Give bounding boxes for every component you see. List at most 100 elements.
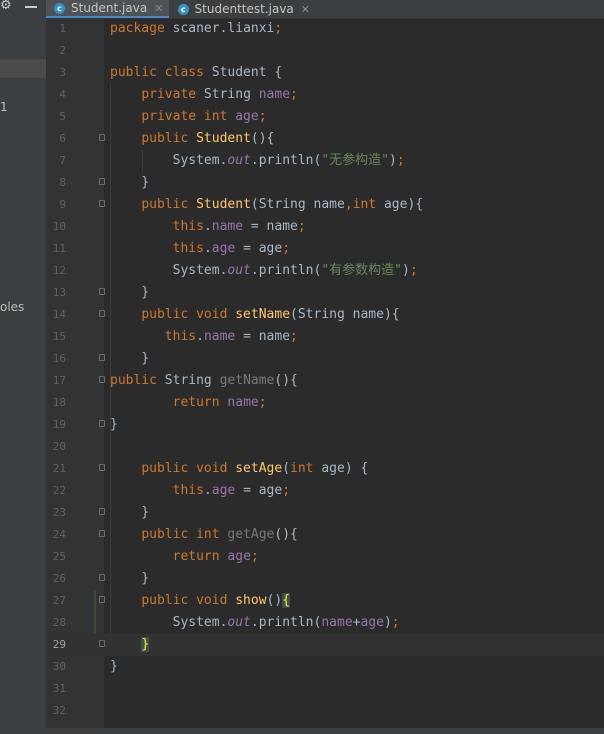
code-text[interactable]: public int getAge(){: [110, 524, 298, 546]
code-text[interactable]: }: [110, 172, 149, 194]
code-text[interactable]: private int age;: [110, 106, 266, 128]
project-tree-item-fragment[interactable]: 1: [0, 100, 8, 114]
code-line[interactable]: 31: [46, 678, 604, 700]
code-text[interactable]: return age;: [110, 546, 259, 568]
code-text[interactable]: public Student(String name,int age){: [110, 194, 423, 216]
tab-studenttest-java[interactable]: c Studenttest.java ✕: [170, 0, 310, 18]
code-text[interactable]: }: [110, 348, 149, 370]
code-text[interactable]: package scaner.lianxi;: [110, 18, 282, 40]
fold-marker-icon[interactable]: [99, 640, 105, 647]
code-line[interactable]: 18 return name;: [46, 392, 604, 414]
line-number[interactable]: 5: [46, 106, 66, 128]
code-line[interactable]: 7 System.out.println("无参构造");: [46, 150, 604, 172]
fold-marker-icon[interactable]: [99, 178, 105, 185]
code-line[interactable]: 1 package scaner.lianxi;: [46, 18, 604, 40]
code-text[interactable]: this.name = name;: [110, 326, 298, 348]
code-line[interactable]: 16 }: [46, 348, 604, 370]
code-text[interactable]: public class Student {: [110, 62, 282, 84]
line-number[interactable]: 7: [46, 150, 66, 172]
code-line[interactable]: 13 }: [46, 282, 604, 304]
code-text[interactable]: this.age = age;: [110, 238, 290, 260]
line-number[interactable]: 8: [46, 172, 66, 194]
project-tree-selected-row[interactable]: [0, 59, 46, 78]
line-number[interactable]: 28: [46, 612, 66, 634]
code-line[interactable]: 9 public Student(String name,int age){: [46, 194, 604, 216]
fold-marker-icon[interactable]: [99, 420, 105, 427]
line-number[interactable]: 24: [46, 524, 66, 546]
code-text[interactable]: System.out.println("无参构造");: [110, 150, 405, 172]
line-number[interactable]: 30: [46, 656, 66, 678]
code-line[interactable]: 23 }: [46, 502, 604, 524]
line-number[interactable]: 22: [46, 480, 66, 502]
code-line[interactable]: 25 return age;: [46, 546, 604, 568]
fold-marker-icon[interactable]: [99, 354, 105, 361]
close-icon[interactable]: ✕: [301, 3, 310, 16]
fold-marker-icon[interactable]: [99, 288, 105, 295]
line-number[interactable]: 20: [46, 436, 66, 458]
code-line[interactable]: 21 public void setAge(int age) {: [46, 458, 604, 480]
line-number[interactable]: 1: [46, 18, 66, 40]
code-line[interactable]: 10 this.name = name;: [46, 216, 604, 238]
code-line[interactable]: 17 public String getName(){: [46, 370, 604, 392]
line-number[interactable]: 32: [46, 700, 66, 722]
code-text[interactable]: this.name = name;: [110, 216, 306, 238]
fold-marker-icon[interactable]: [99, 574, 105, 581]
code-line[interactable]: 15 this.name = name;: [46, 326, 604, 348]
project-tree-item-fragment[interactable]: oles: [0, 300, 24, 314]
tab-student-java[interactable]: c Student.java ✕: [46, 0, 169, 18]
code-line[interactable]: 3 public class Student {: [46, 62, 604, 84]
code-text[interactable]: public String getName(){: [110, 370, 298, 392]
line-number[interactable]: 31: [46, 678, 66, 700]
line-number[interactable]: 15: [46, 326, 66, 348]
code-line[interactable]: 4 private String name;: [46, 84, 604, 106]
code-text[interactable]: }: [110, 414, 118, 436]
code-line[interactable]: 30}: [46, 656, 604, 678]
code-line[interactable]: 11 this.age = age;: [46, 238, 604, 260]
line-number[interactable]: 6: [46, 128, 66, 150]
code-line[interactable]: 20: [46, 436, 604, 458]
code-text[interactable]: }: [110, 634, 150, 656]
code-text[interactable]: }: [110, 502, 149, 524]
line-number[interactable]: 18: [46, 392, 66, 414]
line-number[interactable]: 21: [46, 458, 66, 480]
line-number[interactable]: 26: [46, 568, 66, 590]
code-text[interactable]: public void setAge(int age) {: [110, 458, 368, 480]
code-text[interactable]: }: [110, 656, 118, 678]
code-line[interactable]: 12 System.out.println("有参数构造");: [46, 260, 604, 282]
fold-marker-icon[interactable]: [99, 596, 105, 603]
line-number[interactable]: 13: [46, 282, 66, 304]
fold-marker-icon[interactable]: [99, 200, 105, 207]
line-number[interactable]: 9: [46, 194, 66, 216]
line-number[interactable]: 25: [46, 546, 66, 568]
close-icon[interactable]: ✕: [154, 2, 163, 15]
line-number[interactable]: 19: [46, 414, 66, 436]
fold-marker-icon[interactable]: [99, 310, 105, 317]
line-number[interactable]: 2: [46, 40, 66, 62]
line-number[interactable]: 4: [46, 84, 66, 106]
code-line[interactable]: 29 }: [46, 634, 604, 656]
code-line[interactable]: 32: [46, 700, 604, 722]
code-text[interactable]: private String name;: [110, 84, 298, 106]
code-line[interactable]: 6 public Student(){: [46, 128, 604, 150]
code-line[interactable]: 26 }: [46, 568, 604, 590]
fold-marker-icon[interactable]: [99, 508, 105, 515]
gear-icon[interactable]: ⚙: [0, 0, 12, 13]
line-number[interactable]: 10: [46, 216, 66, 238]
code-line[interactable]: 8 }: [46, 172, 604, 194]
line-number[interactable]: 23: [46, 502, 66, 524]
code-text[interactable]: public void show(){: [110, 590, 291, 612]
line-number[interactable]: 14: [46, 304, 66, 326]
line-number[interactable]: 29: [46, 634, 66, 656]
line-number[interactable]: 27: [46, 590, 66, 612]
minimize-icon[interactable]: [25, 6, 37, 8]
code-text[interactable]: this.age = age;: [110, 480, 290, 502]
code-text[interactable]: }: [110, 568, 149, 590]
line-number[interactable]: 12: [46, 260, 66, 282]
fold-marker-icon[interactable]: [99, 134, 105, 141]
line-number[interactable]: 16: [46, 348, 66, 370]
code-text[interactable]: public void setName(String name){: [110, 304, 399, 326]
code-text[interactable]: }: [110, 282, 149, 304]
code-line[interactable]: 14 public void setName(String name){: [46, 304, 604, 326]
code-line[interactable]: 28 System.out.println(name+age);: [46, 612, 604, 634]
fold-marker-icon[interactable]: [99, 376, 105, 383]
